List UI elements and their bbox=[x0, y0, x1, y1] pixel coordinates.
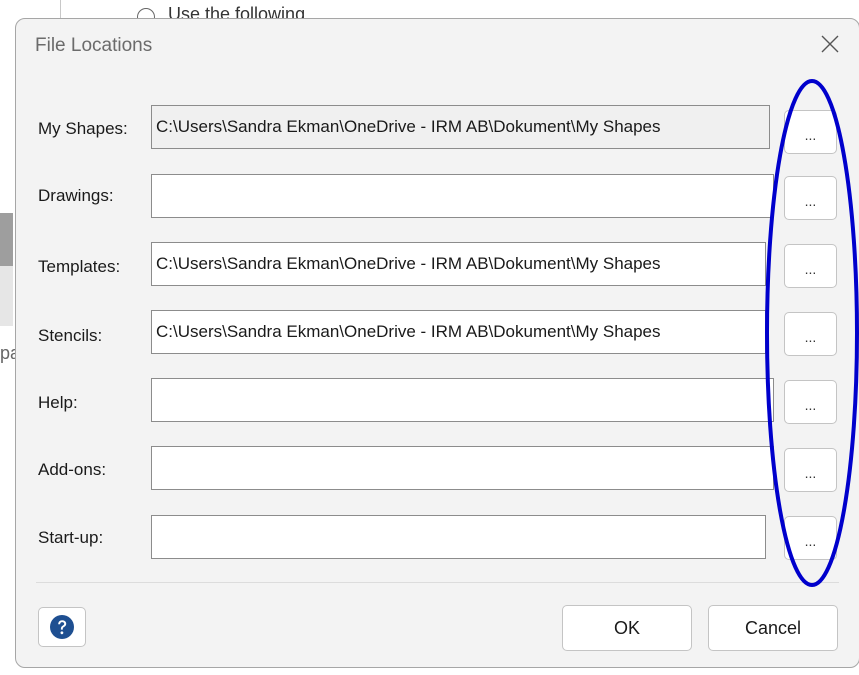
drawings-field[interactable] bbox=[151, 174, 774, 218]
templates-browse-button[interactable]: ... bbox=[784, 244, 837, 288]
background-panel-light bbox=[0, 266, 13, 326]
footer-divider bbox=[36, 582, 839, 583]
my-shapes-field[interactable]: C:\Users\Sandra Ekman\OneDrive - IRM AB\… bbox=[151, 105, 770, 149]
start-up-label: Start-up: bbox=[38, 528, 104, 547]
my-shapes-label: My Shapes: bbox=[38, 119, 128, 138]
add-ons-label: Add-ons: bbox=[38, 460, 107, 479]
help-label: Help: bbox=[38, 393, 78, 412]
my-shapes-browse-button[interactable]: ... bbox=[784, 110, 837, 154]
add-ons-browse-button[interactable]: ... bbox=[784, 448, 837, 492]
background-divider bbox=[60, 0, 61, 20]
question-circle-icon bbox=[50, 615, 74, 639]
add-ons-field[interactable] bbox=[151, 446, 774, 490]
stencils-browse-button[interactable]: ... bbox=[784, 312, 837, 356]
templates-field[interactable]: C:\Users\Sandra Ekman\OneDrive - IRM AB\… bbox=[151, 242, 766, 286]
background-panel-dark bbox=[0, 213, 13, 266]
file-locations-dialog: File Locations My Shapes: C:\Users\Sandr… bbox=[15, 18, 859, 668]
close-icon[interactable] bbox=[815, 29, 845, 59]
cancel-button[interactable]: Cancel bbox=[708, 605, 838, 651]
stencils-label: Stencils: bbox=[38, 326, 103, 345]
start-up-browse-button[interactable]: ... bbox=[784, 516, 837, 560]
help-field[interactable] bbox=[151, 378, 774, 422]
start-up-field[interactable] bbox=[151, 515, 766, 559]
templates-label: Templates: bbox=[38, 257, 121, 276]
stencils-field[interactable]: C:\Users\Sandra Ekman\OneDrive - IRM AB\… bbox=[151, 310, 766, 354]
ok-button[interactable]: OK bbox=[562, 605, 692, 651]
help-browse-button[interactable]: ... bbox=[784, 380, 837, 424]
drawings-browse-button[interactable]: ... bbox=[784, 176, 837, 220]
drawings-label: Drawings: bbox=[38, 186, 114, 205]
dialog-title: File Locations bbox=[35, 35, 153, 56]
help-button[interactable] bbox=[38, 607, 86, 647]
